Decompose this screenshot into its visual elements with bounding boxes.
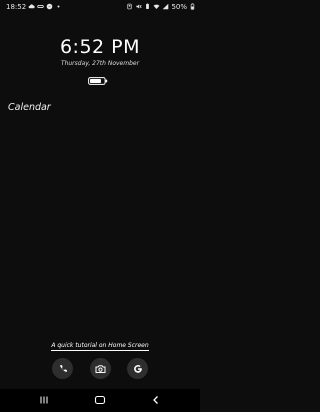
alarm-icon [126, 3, 133, 10]
battery-percent: 50% [171, 2, 187, 11]
google-icon [133, 364, 142, 373]
phone-icon [59, 364, 67, 372]
navigation-bar [0, 389, 200, 412]
calendar-widget-label[interactable]: Calendar [8, 102, 51, 113]
camera-button[interactable] [90, 358, 111, 379]
recents-icon [40, 396, 48, 404]
mute-icon [135, 3, 142, 10]
home-button[interactable] [92, 393, 108, 407]
status-time: 18:52 [6, 2, 27, 11]
status-left: 18:52 [6, 2, 62, 11]
messenger-icon [46, 3, 53, 10]
dock [0, 358, 200, 380]
dot-icon [55, 3, 62, 10]
wifi-icon [153, 3, 160, 10]
lock-date: Thursday, 27th November [60, 60, 140, 67]
charging-battery-icon [88, 70, 108, 85]
google-button[interactable] [127, 358, 148, 379]
tutorial-link[interactable]: A quick tutorial on Home Screen [0, 342, 200, 351]
back-button[interactable] [148, 393, 164, 407]
battery-icon [189, 3, 196, 10]
lock-clock: 6:52 PM [59, 36, 141, 58]
signal-icon [162, 3, 169, 10]
status-right: 50% [126, 2, 196, 11]
cloud-icon [28, 3, 35, 10]
phone-button[interactable] [52, 358, 73, 379]
status-bar: 18:52 50% [0, 0, 200, 13]
recents-button[interactable] [36, 393, 52, 407]
battery-saver-icon [144, 3, 151, 10]
tutorial-link-text[interactable]: A quick tutorial on Home Screen [51, 342, 149, 351]
camera-icon [95, 364, 106, 373]
back-icon [153, 396, 158, 404]
home-icon [94, 395, 106, 405]
link-icon [37, 3, 44, 10]
